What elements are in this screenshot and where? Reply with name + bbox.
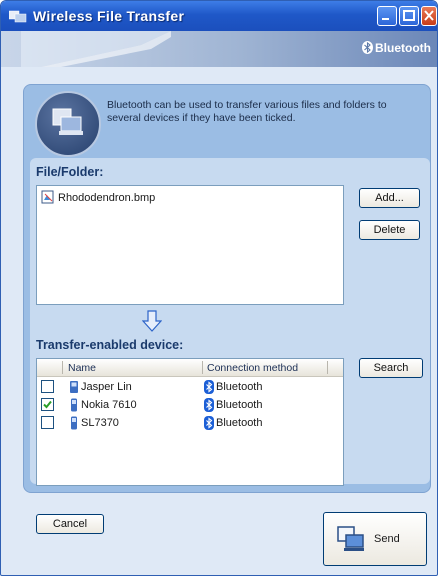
down-arrow-icon [142, 310, 162, 332]
device-name: Jasper Lin [81, 381, 132, 393]
send-button[interactable]: Send [323, 512, 427, 566]
banner-decoration [21, 31, 171, 67]
device-checkbox-checked[interactable] [41, 398, 54, 411]
send-label: Send [374, 533, 400, 545]
send-computer-icon [337, 526, 364, 551]
file-folder-label: File/Folder: [36, 165, 104, 179]
maximize-icon [403, 10, 415, 21]
device-phone-icon [71, 416, 77, 430]
column-separator [327, 361, 328, 374]
window-title: Wireless File Transfer [33, 8, 185, 24]
device-computer-icon [70, 381, 78, 393]
device-row-sl7370[interactable]: SL7370 Bluetooth [37, 415, 343, 431]
transfer-device-label: Transfer-enabled device: [36, 338, 184, 352]
minimize-icon [382, 18, 389, 20]
connection-method: Bluetooth [216, 417, 263, 429]
file-item[interactable]: Rhododendron.bmp [41, 190, 155, 204]
device-row-jasper-lin[interactable]: Jasper Lin Bluetooth [37, 379, 343, 395]
device-checkbox[interactable] [41, 380, 54, 393]
column-header-connection[interactable]: Connection method [207, 362, 298, 374]
file-list[interactable]: Rhododendron.bmp [36, 185, 344, 305]
add-button[interactable]: Add... [359, 188, 420, 208]
transfer-icon [35, 91, 101, 157]
device-phone-icon [71, 398, 77, 412]
app-icon [9, 10, 27, 23]
bluetooth-icon [204, 380, 214, 394]
bluetooth-brand: Bluetooth [362, 41, 431, 55]
brand-label: Bluetooth [375, 41, 431, 55]
close-icon [424, 10, 434, 21]
bluetooth-icon [204, 416, 214, 430]
delete-button[interactable]: Delete [359, 220, 420, 240]
title-bar[interactable]: Wireless File Transfer [1, 1, 437, 31]
wireless-file-transfer-window: Wireless File Transfer Bluetooth Bluetoo… [0, 0, 438, 576]
file-name: Rhododendron.bmp [58, 192, 156, 204]
table-header: Name Connection method [37, 359, 343, 377]
checkmark-icon [43, 400, 52, 409]
device-name: Nokia 7610 [81, 399, 137, 411]
connection-method: Bluetooth [216, 399, 263, 411]
device-table[interactable]: Name Connection method Jasper Lin Blueto… [36, 358, 344, 486]
bluetooth-icon [362, 41, 373, 54]
bitmap-file-icon [41, 190, 54, 204]
info-description: Bluetooth can be used to transfer variou… [107, 99, 387, 124]
bluetooth-icon [204, 398, 214, 412]
cancel-button[interactable]: Cancel [36, 514, 104, 534]
search-button[interactable]: Search [359, 358, 423, 378]
computer-transfer-icon [52, 108, 83, 135]
minimize-button[interactable] [377, 6, 397, 26]
column-header-name[interactable]: Name [68, 362, 96, 374]
column-separator [62, 361, 63, 374]
device-name: SL7370 [81, 417, 119, 429]
maximize-button[interactable] [399, 6, 419, 26]
column-separator [202, 361, 203, 374]
device-checkbox[interactable] [41, 416, 54, 429]
device-row-nokia-7610[interactable]: Nokia 7610 Bluetooth [37, 397, 343, 413]
connection-method: Bluetooth [216, 381, 263, 393]
close-button[interactable] [421, 6, 437, 26]
